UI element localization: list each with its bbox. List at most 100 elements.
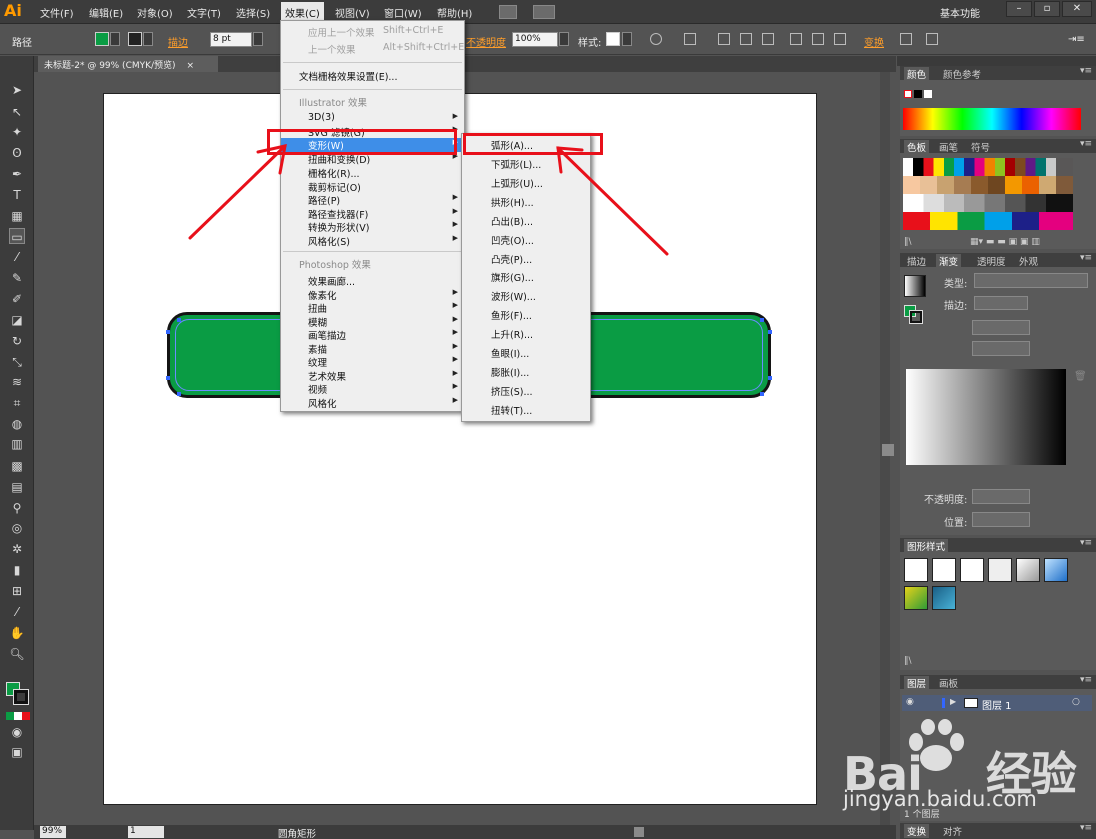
swatch-grid[interactable] (903, 158, 1073, 230)
layer-target-icon[interactable]: ○ (1072, 697, 1080, 707)
warp-rise[interactable]: 上升(R)... (462, 327, 590, 344)
warp-tool-icon[interactable]: ≋ (9, 374, 25, 390)
gradient-stroke-options[interactable] (974, 296, 1028, 310)
warp-fish[interactable]: 鱼形(F)... (462, 308, 590, 325)
warp-arc-lower[interactable]: 下弧形(L)... (462, 157, 590, 174)
anchor-point[interactable] (768, 330, 772, 334)
panel-menu-icon[interactable]: ▾≡ (1080, 66, 1092, 76)
menu-object[interactable]: 对象(O) (137, 5, 173, 20)
menu-last-effect[interactable]: 上一个效果 Alt+Shift+Ctrl+E (281, 42, 464, 56)
warp-shell-lower[interactable]: 凹壳(O)... (462, 233, 590, 250)
warp-fisheye[interactable]: 鱼眼(I)... (462, 346, 590, 363)
gradient-position-field[interactable] (972, 512, 1030, 527)
align-bottom-icon[interactable] (834, 33, 846, 45)
fill-swatch[interactable] (95, 32, 109, 46)
stroke-swatch[interactable] (128, 32, 142, 46)
menu-apply-last-effect[interactable]: 应用上一个效果 Shift+Ctrl+E (281, 25, 464, 39)
line-tool-icon[interactable]: ▦ (9, 208, 25, 224)
warp-arc-upper[interactable]: 上弧形(U)... (462, 176, 590, 193)
gradient-angle-field[interactable] (972, 320, 1030, 335)
warp-twist[interactable]: 扭转(T)... (462, 403, 590, 420)
gradient-preview-swatch[interactable] (904, 275, 926, 297)
gradient-opacity-field[interactable] (972, 489, 1030, 504)
rotate-tool-icon[interactable]: ↻ (9, 333, 25, 349)
menu-file[interactable]: 文件(F) (40, 5, 74, 20)
warp-squeeze[interactable]: 挤压(S)... (462, 384, 590, 401)
anchor-point[interactable] (760, 392, 764, 396)
tab-symbols[interactable]: 符号 (968, 140, 993, 154)
tab-stroke[interactable]: 描边 (904, 254, 929, 268)
layer-row[interactable]: ◉ ▶ 图层 1 ○ (902, 695, 1092, 712)
anchor-point[interactable] (166, 376, 170, 380)
magic-wand-tool-icon[interactable]: ✦ (9, 124, 25, 140)
close-window-button[interactable]: ✕ (1062, 1, 1092, 17)
symbol-sprayer-tool-icon[interactable]: ✲ (9, 541, 25, 557)
tab-color[interactable]: 颜色 (904, 67, 930, 81)
direct-selection-tool-icon[interactable]: ↖ (9, 104, 25, 120)
graphic-style-2[interactable] (932, 558, 956, 582)
tab-brushes[interactable]: 画笔 (936, 140, 961, 154)
lasso-tool-icon[interactable]: ʘ (9, 145, 25, 161)
none-swatch-icon[interactable] (904, 90, 912, 98)
warp-flag[interactable]: 旗形(G)... (462, 270, 590, 287)
opacity-input[interactable]: 100% (512, 32, 558, 47)
menu-effect[interactable]: 效果(C) (281, 2, 324, 22)
warp-wave[interactable]: 波形(W)... (462, 289, 590, 306)
hand-tool-icon[interactable]: ✋ (9, 625, 25, 641)
shape-builder-tool-icon[interactable]: ◍ (9, 416, 25, 432)
arrange-documents-icon[interactable] (533, 5, 555, 19)
isolate-icon[interactable] (900, 33, 912, 45)
panel-menu-icon[interactable]: ▾≡ (1080, 538, 1092, 548)
document-tab[interactable]: 未标题-2* @ 99% (CMYK/预览) × (38, 56, 218, 72)
pen-tool-icon[interactable]: ✒ (9, 166, 25, 182)
graphic-style-3[interactable] (960, 558, 984, 582)
warp-arch[interactable]: 拱形(H)... (462, 195, 590, 212)
style-dropdown[interactable] (622, 32, 632, 46)
white-swatch[interactable] (924, 90, 932, 98)
gradient-slider-preview[interactable] (906, 369, 1066, 465)
menu-select[interactable]: 选择(S) (236, 5, 270, 20)
tab-artboards[interactable]: 画板 (936, 676, 961, 690)
stroke-weight-dropdown[interactable] (253, 32, 263, 46)
warp-bulge[interactable]: 凸出(B)... (462, 214, 590, 231)
align-left-icon[interactable] (718, 33, 730, 45)
stroke-link[interactable]: 描边 (168, 34, 188, 49)
recolor-icon[interactable] (650, 33, 662, 45)
bridge-icon[interactable] (499, 5, 517, 19)
perspective-grid-tool-icon[interactable]: ▥ (9, 436, 25, 452)
graphic-style-7[interactable] (904, 586, 928, 610)
tab-swatches[interactable]: 色板 (904, 140, 930, 154)
close-tab-icon[interactable]: × (186, 61, 194, 71)
eraser-tool-icon[interactable]: ◪ (9, 312, 25, 328)
color-spectrum[interactable] (903, 108, 1081, 130)
visibility-eye-icon[interactable]: ◉ (906, 697, 914, 707)
blob-brush-tool-icon[interactable]: ✐ (9, 291, 25, 307)
panel-menu-icon[interactable]: ▾≡ (1080, 675, 1092, 685)
menu-convert-to-shape[interactable]: 转换为形状(V) ▶ (281, 220, 464, 234)
graph-tool-icon[interactable]: ▮ (9, 562, 25, 578)
graphic-style-default[interactable] (904, 558, 928, 582)
tab-color-guide[interactable]: 颜色参考 (940, 67, 984, 81)
gradient-tool-icon[interactable]: ▤ (9, 479, 25, 495)
anchor-point[interactable] (177, 318, 181, 322)
tab-transparency[interactable]: 透明度 (974, 254, 1009, 268)
panel-menu-icon[interactable]: ⇥≡ (1068, 34, 1085, 45)
menu-brush-strokes[interactable]: 画笔描边 ▶ (281, 328, 464, 342)
style-swatch[interactable] (606, 32, 620, 46)
vertical-scroll-thumb[interactable] (882, 444, 894, 456)
fill-dropdown[interactable] (110, 32, 120, 46)
horizontal-scroll-thumb[interactable] (634, 827, 644, 837)
free-transform-tool-icon[interactable]: ⌗ (9, 395, 25, 411)
menu-view[interactable]: 视图(V) (335, 5, 370, 20)
menu-rasterize[interactable]: 栅格化(R)... (281, 166, 464, 180)
menu-sketch[interactable]: 素描 ▶ (281, 342, 464, 356)
opacity-dropdown[interactable] (559, 32, 569, 46)
tab-layers[interactable]: 图层 (904, 676, 930, 690)
menu-edit[interactable]: 编辑(E) (89, 5, 123, 20)
menu-path[interactable]: 路径(P) ▶ (281, 193, 464, 207)
menu-distort-ps[interactable]: 扭曲 ▶ (281, 301, 464, 315)
graphic-style-8[interactable] (932, 586, 956, 610)
align-to-icon[interactable] (684, 33, 696, 45)
anchor-point[interactable] (166, 330, 170, 334)
graphic-style-5[interactable] (1016, 558, 1040, 582)
